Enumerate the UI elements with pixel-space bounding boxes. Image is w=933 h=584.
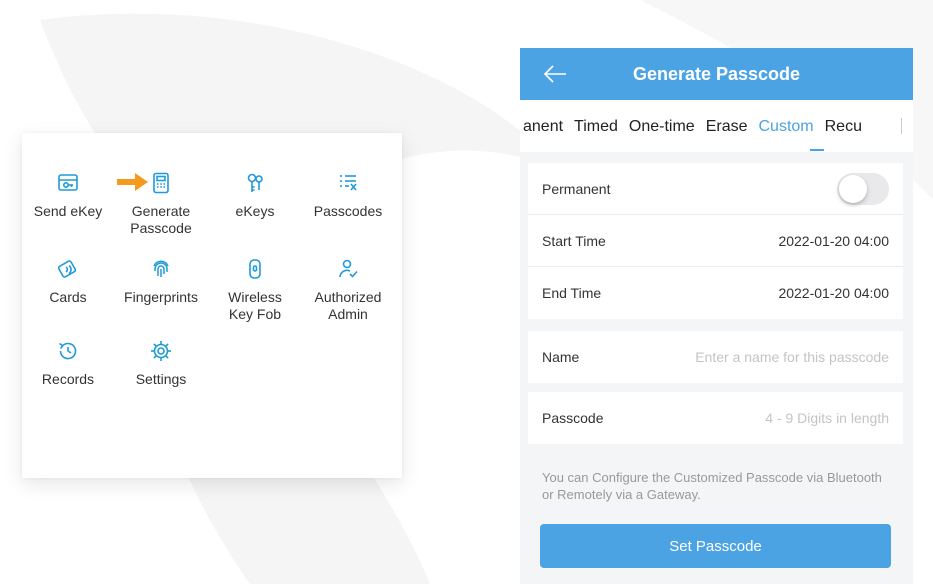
passcode-label: Passcode [542,410,604,426]
page-title: Generate Passcode [632,63,801,84]
tab-permanent[interactable]: anent [523,118,563,136]
key-fob-icon [249,259,261,279]
time-settings-group: Permanent Start Time 2022-01-20 04:00 En… [528,163,903,319]
tab-divider [901,118,902,134]
menu-label: Generate Passcode [130,203,192,236]
end-time-row[interactable]: End Time 2022-01-20 04:00 [528,267,903,319]
menu-item-settings[interactable]: Settings [115,339,207,388]
set-passcode-button[interactable]: Set Passcode [540,524,891,568]
name-group: Name [528,331,903,383]
arrow-right-icon [117,173,148,191]
end-time-value: 2022-01-20 04:00 [778,285,889,301]
generate-passcode-icon [153,172,169,194]
passcode-row: Passcode [528,392,903,444]
ekeys-icon [247,173,263,192]
menu-label: Passcodes [313,203,383,219]
fingerprint-icon [153,260,169,277]
settings-icon [151,341,171,361]
start-time-row[interactable]: Start Time 2022-01-20 04:00 [528,215,903,267]
menu-item-fingerprints[interactable]: Fingerprints [115,257,207,306]
tab-one-time[interactable]: One-time [629,118,695,136]
menu-item-cards[interactable]: Cards [22,257,114,306]
send-ekey-icon [58,174,78,191]
menu-label: Settings [135,371,187,387]
generate-passcode-screen: Generate Passcode anent Timed One-time E… [520,48,913,584]
permanent-row: Permanent [528,163,903,215]
menu-label: Fingerprints [124,289,198,305]
lock-menu-card: Send eKey Generate Passcode eKeys Passco… [22,133,402,478]
permanent-label: Permanent [542,180,611,197]
cards-icon [57,260,77,278]
start-time-value: 2022-01-20 04:00 [778,232,889,249]
tab-erase[interactable]: Erase [706,118,748,136]
configuration-hint: You can Configure the Customized Passcod… [542,470,882,502]
tab-custom[interactable]: Custom [759,118,814,136]
menu-item-send-ekey[interactable]: Send eKey [22,171,114,220]
menu-item-ekeys[interactable]: eKeys [209,171,301,220]
end-time-label: End Time [542,285,602,301]
authorized-admin-icon [339,259,358,278]
menu-item-records[interactable]: Records [22,339,114,388]
passcode-group: Passcode [528,392,903,444]
back-arrow-icon[interactable] [542,62,568,86]
start-time-label: Start Time [542,232,606,249]
active-tab-indicator [810,149,824,151]
tab-recurring[interactable]: Recu [825,118,862,136]
menu-item-authorized-admin[interactable]: Authorized Admin [302,257,394,323]
name-input[interactable] [639,349,889,365]
passcodes-icon [340,175,357,191]
passcode-input[interactable] [639,410,889,426]
name-label: Name [542,349,580,365]
toggle-knob [839,174,867,203]
menu-label: Send eKey [33,203,103,219]
tab-timed[interactable]: Timed [574,118,618,136]
name-row: Name [528,331,903,383]
menu-label: Records [41,371,95,387]
app-bar: Generate Passcode [520,48,913,100]
menu-label: eKeys [235,203,275,219]
menu-label: Wireless Key Fob [228,289,282,322]
passcode-type-tabs: anent Timed One-time Erase Custom Recu [520,100,913,152]
permanent-toggle[interactable] [837,172,889,205]
menu-item-passcodes[interactable]: Passcodes [302,171,394,220]
records-icon [59,342,77,360]
menu-label: Cards [49,289,87,305]
menu-item-wireless-key-fob[interactable]: Wireless Key Fob [209,257,301,323]
menu-label: Authorized Admin [314,289,382,322]
